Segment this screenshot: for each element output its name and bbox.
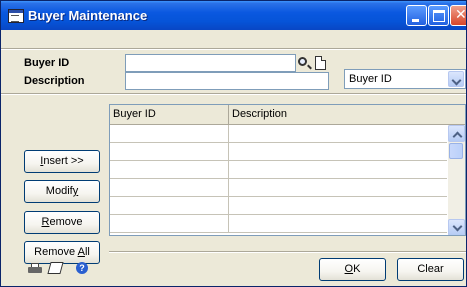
column-header-buyer-id[interactable]: Buyer ID xyxy=(110,105,229,124)
modify-button[interactable]: Modify xyxy=(24,180,100,203)
remove-all-label: Remove xyxy=(34,246,78,258)
minimize-button[interactable] xyxy=(406,5,427,26)
close-button[interactable] xyxy=(450,5,466,26)
divider xyxy=(1,48,466,50)
modify-label: Modif xyxy=(45,185,73,197)
table-row[interactable] xyxy=(110,125,447,143)
scroll-thumb[interactable] xyxy=(449,143,463,159)
ok-button[interactable]: OK xyxy=(319,258,386,281)
buyer-id-label: Buyer ID xyxy=(24,57,70,69)
title-bar[interactable]: Buyer Maintenance xyxy=(1,1,466,30)
divider xyxy=(109,251,466,253)
grid-header: Buyer ID Description xyxy=(110,105,465,125)
new-document-icon[interactable] xyxy=(315,56,326,70)
insert-label-rest: nsert >> xyxy=(43,155,84,167)
table-row[interactable] xyxy=(110,179,447,197)
description-field[interactable] xyxy=(125,72,329,90)
buyer-id-field[interactable] xyxy=(125,54,296,72)
remove-all-button[interactable]: Remove All xyxy=(24,241,100,264)
buyer-list-grid[interactable]: Buyer ID Description xyxy=(109,104,466,236)
remove-label-rest: emove xyxy=(49,216,83,228)
insert-button[interactable]: Insert >> xyxy=(24,150,100,173)
description-label: Description xyxy=(24,75,85,87)
ok-mnemonic: O xyxy=(344,263,354,275)
modify-mnemonic: y xyxy=(72,185,79,197)
maximize-button[interactable] xyxy=(428,5,449,26)
window-title: Buyer Maintenance xyxy=(28,8,148,23)
remove-button[interactable]: Remove xyxy=(24,211,100,234)
sort-by-value: Buyer ID xyxy=(349,73,392,85)
scroll-down-button[interactable] xyxy=(448,219,465,235)
clear-label: Clear xyxy=(417,263,444,275)
buyer-maintenance-window: Buyer Maintenance Buyer ID Description B… xyxy=(0,0,467,287)
lookup-icon[interactable] xyxy=(298,57,312,71)
table-row[interactable] xyxy=(110,143,447,161)
vertical-scrollbar[interactable] xyxy=(448,125,465,235)
chevron-down-icon[interactable] xyxy=(448,71,464,87)
remove-all-mnemonic: A xyxy=(77,246,85,258)
table-row[interactable] xyxy=(110,215,447,233)
remove-all-label-rest: ll xyxy=(84,246,90,258)
divider xyxy=(1,93,466,95)
printer-icon[interactable] xyxy=(28,263,42,274)
scroll-up-button[interactable] xyxy=(448,125,465,142)
note-icon[interactable] xyxy=(47,262,64,274)
table-row[interactable] xyxy=(110,161,447,179)
clear-button[interactable]: Clear xyxy=(397,258,464,281)
column-header-description[interactable]: Description xyxy=(229,105,465,124)
sort-by-select[interactable]: Buyer ID xyxy=(344,69,466,89)
window-icon xyxy=(8,9,24,23)
ok-label-rest: K xyxy=(353,263,361,275)
grid-rows xyxy=(110,125,447,235)
table-row[interactable] xyxy=(110,197,447,215)
help-icon[interactable]: ? xyxy=(76,262,88,274)
